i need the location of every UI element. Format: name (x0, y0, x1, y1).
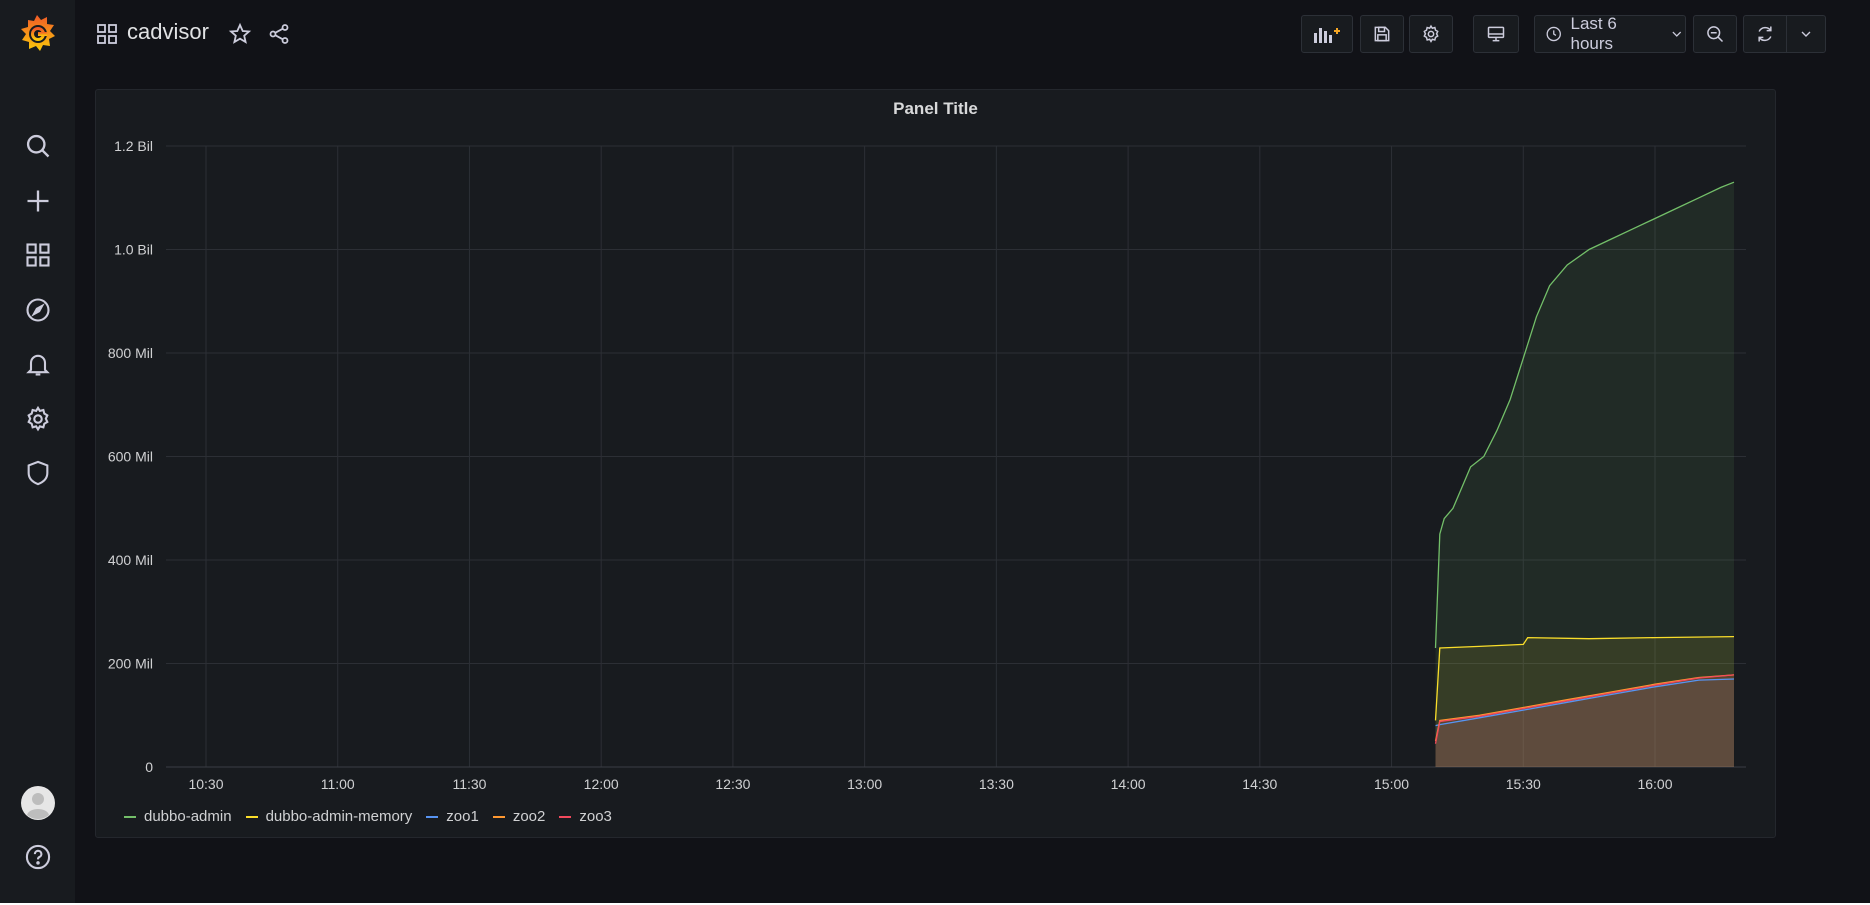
grafana-app: cadvisor Last 6 hours Panel Title 0 200 … (0, 0, 1870, 905)
sidebar (0, 0, 75, 905)
search-icon[interactable] (19, 127, 57, 165)
time-range-picker[interactable]: Last 6 hours (1534, 14, 1686, 53)
x-tick-label: 13:30 (979, 776, 1014, 790)
dashboard-grid-icon (97, 24, 117, 44)
legend-swatch (245, 815, 258, 818)
dashboard-title[interactable]: cadvisor (127, 19, 209, 45)
grafana-logo-icon[interactable] (16, 12, 58, 54)
refresh-interval-dropdown[interactable] (1786, 15, 1826, 53)
x-tick-label: 11:00 (321, 776, 355, 790)
gear-icon (1423, 24, 1439, 43)
legend-label: dubbo-admin-memory (265, 808, 413, 825)
zoom-out-button[interactable] (1693, 15, 1737, 53)
dashboards-grid-icon[interactable] (19, 236, 57, 274)
x-tick-label: 11:30 (452, 776, 486, 790)
legend-item-zoo3[interactable]: zoo3 (559, 808, 612, 825)
legend-swatch (124, 815, 136, 818)
x-tick-label: 13:00 (847, 776, 882, 790)
top-navbar: cadvisor Last 6 hours (75, 0, 1870, 68)
legend-item-dubbo-admin-memory[interactable]: dubbo-admin-memory (245, 808, 413, 825)
y-tick-label: 1.2 Bil (114, 138, 153, 154)
monitor-icon (1487, 26, 1505, 42)
legend-swatch (426, 815, 439, 818)
legend-item-zoo1[interactable]: zoo1 (426, 808, 479, 825)
legend-item-dubbo-admin[interactable]: dubbo-admin (124, 808, 232, 825)
save-dashboard-button[interactable] (1360, 15, 1404, 53)
compass-icon[interactable] (19, 291, 57, 329)
shield-icon[interactable] (19, 454, 57, 492)
x-tick-label: 14:30 (1242, 776, 1277, 790)
zoom-out-icon (1707, 26, 1724, 43)
cycle-view-mode-button[interactable] (1473, 15, 1519, 53)
add-panel-icon (1314, 28, 1340, 43)
legend-swatch (559, 815, 572, 818)
x-tick-label: 14:00 (1111, 776, 1146, 790)
x-tick-label: 15:30 (1506, 776, 1541, 790)
x-tick-label: 10:30 (188, 776, 223, 790)
y-tick-label: 200 Mil (108, 656, 153, 672)
bell-icon[interactable] (19, 345, 57, 383)
graph-panel[interactable]: Panel Title 0 200 Mil 400 Mil 600 Mil 800 Mi… (95, 89, 1776, 838)
star-icon[interactable] (228, 22, 252, 46)
chevron-down-icon (1672, 31, 1682, 37)
chevron-down-icon (1801, 31, 1811, 37)
dashboard-settings-button[interactable] (1409, 15, 1453, 53)
chart-legend: dubbo-admin dubbo-admin-memory zoo1 zoo2 zoo… (124, 808, 626, 825)
legend-label: zoo2 (512, 808, 546, 825)
help-icon[interactable] (19, 838, 57, 876)
legend-item-zoo2[interactable]: zoo2 (492, 808, 546, 825)
legend-label: zoo1 (446, 808, 479, 825)
refresh-icon (1758, 26, 1772, 42)
share-icon[interactable] (267, 22, 291, 46)
x-tick-label: 12:00 (584, 776, 619, 790)
save-icon (1374, 26, 1390, 42)
x-tick-label: 15:00 (1374, 776, 1409, 790)
legend-swatch (492, 815, 505, 818)
gear-icon[interactable] (19, 400, 57, 438)
legend-label: dubbo-admin (144, 808, 232, 825)
x-tick-label: 12:30 (715, 776, 750, 790)
y-tick-label: 0 (145, 759, 153, 775)
y-tick-label: 1.0 Bil (114, 242, 153, 258)
add-panel-button[interactable] (1301, 15, 1353, 53)
time-range-label: Last 6 hours (1570, 14, 1617, 53)
legend-label: zoo3 (579, 808, 612, 825)
clock-icon (1546, 26, 1561, 42)
y-tick-label: 600 Mil (108, 449, 153, 465)
avatar[interactable] (19, 784, 57, 822)
refresh-button[interactable] (1743, 15, 1787, 53)
plus-icon[interactable] (19, 182, 57, 220)
x-tick-label: 16:00 (1637, 776, 1672, 790)
y-tick-label: 400 Mil (108, 552, 153, 568)
y-tick-label: 800 Mil (108, 345, 153, 361)
graph-chart[interactable]: 0 200 Mil 400 Mil 600 Mil 800 Mil 1.0 Bil 1.2 … (96, 90, 1777, 790)
